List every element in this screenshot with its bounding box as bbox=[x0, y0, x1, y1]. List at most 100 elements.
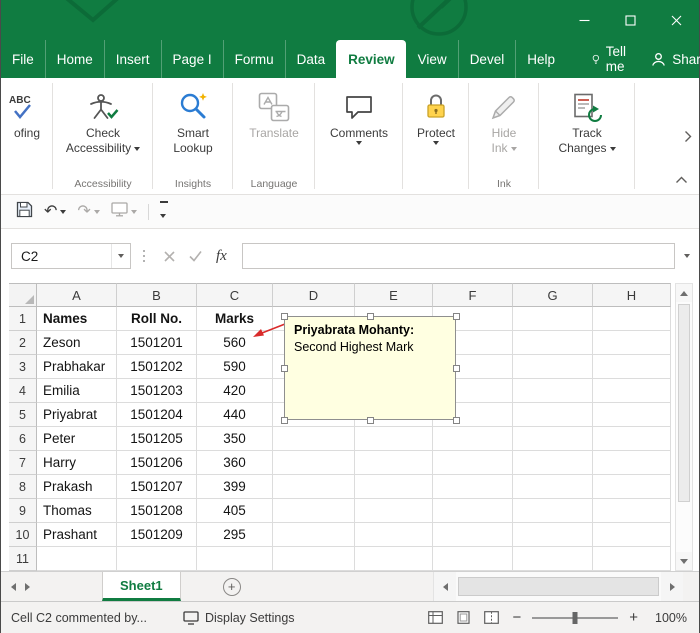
cell-E10[interactable] bbox=[355, 523, 433, 547]
tab-view[interactable]: View bbox=[406, 40, 458, 78]
cell-G8[interactable] bbox=[513, 475, 593, 499]
comment-handle-bottom-left[interactable] bbox=[281, 417, 288, 424]
tab-devel[interactable]: Devel bbox=[458, 40, 516, 78]
cell-A8[interactable]: Prakash bbox=[37, 475, 117, 499]
cell-G10[interactable] bbox=[513, 523, 593, 547]
customize-qat-button[interactable] bbox=[155, 197, 173, 227]
undo-button[interactable]: ↶ bbox=[39, 199, 71, 225]
cell-C8[interactable]: 399 bbox=[197, 475, 273, 499]
row-header-5[interactable]: 5 bbox=[9, 403, 37, 427]
cell-B11[interactable] bbox=[117, 547, 197, 571]
close-button[interactable] bbox=[653, 0, 699, 40]
normal-view-button[interactable] bbox=[426, 609, 445, 626]
vertical-scroll-track[interactable] bbox=[676, 504, 692, 552]
vertical-scroll-thumb[interactable] bbox=[678, 304, 690, 502]
tab-home[interactable]: Home bbox=[45, 40, 104, 78]
comment-handle-middle-right[interactable] bbox=[453, 365, 460, 372]
check-accessibility-button[interactable]: CheckAccessibility bbox=[66, 86, 140, 156]
cell-D11[interactable] bbox=[273, 547, 355, 571]
cell-B3[interactable]: 1501202 bbox=[117, 355, 197, 379]
redo-button[interactable]: ↷ bbox=[72, 199, 104, 225]
cell-B5[interactable]: 1501204 bbox=[117, 403, 197, 427]
cell-H10[interactable] bbox=[593, 523, 671, 547]
comment-handle-top-right[interactable] bbox=[453, 313, 460, 320]
zoom-slider[interactable] bbox=[532, 617, 618, 619]
column-header-F[interactable]: F bbox=[433, 283, 513, 307]
cell-F11[interactable] bbox=[433, 547, 513, 571]
cell-D8[interactable] bbox=[273, 475, 355, 499]
cell-B10[interactable]: 1501209 bbox=[117, 523, 197, 547]
smart-lookup-button[interactable]: SmartLookup bbox=[173, 86, 212, 156]
row-header-3[interactable]: 3 bbox=[9, 355, 37, 379]
cell-C9[interactable]: 405 bbox=[197, 499, 273, 523]
cell-C7[interactable]: 360 bbox=[197, 451, 273, 475]
cell-G4[interactable] bbox=[513, 379, 593, 403]
cell-C10[interactable]: 295 bbox=[197, 523, 273, 547]
cell-F7[interactable] bbox=[433, 451, 513, 475]
cell-A9[interactable]: Thomas bbox=[37, 499, 117, 523]
comments-button[interactable]: Comments bbox=[330, 86, 388, 145]
cell-H4[interactable] bbox=[593, 379, 671, 403]
display-settings-button[interactable]: Display Settings bbox=[183, 611, 295, 625]
scroll-up-button[interactable] bbox=[676, 284, 692, 302]
row-header-6[interactable]: 6 bbox=[9, 427, 37, 451]
cell-A3[interactable]: Prabhakar bbox=[37, 355, 117, 379]
row-header-10[interactable]: 10 bbox=[9, 523, 37, 547]
tab-review[interactable]: Review bbox=[336, 40, 406, 78]
minimize-button[interactable] bbox=[561, 0, 607, 40]
formula-input[interactable] bbox=[242, 243, 675, 269]
protect-button[interactable]: Protect bbox=[417, 86, 455, 145]
next-sheet-icon[interactable] bbox=[25, 583, 30, 591]
previous-sheet-icon[interactable] bbox=[11, 583, 16, 591]
comment-handle-top-left[interactable] bbox=[281, 313, 288, 320]
row-header-11[interactable]: 11 bbox=[9, 547, 37, 571]
cell-F8[interactable] bbox=[433, 475, 513, 499]
cell-A10[interactable]: Prashant bbox=[37, 523, 117, 547]
cell-F9[interactable] bbox=[433, 499, 513, 523]
cell-E7[interactable] bbox=[355, 451, 433, 475]
cell-H11[interactable] bbox=[593, 547, 671, 571]
new-sheet-button[interactable]: + bbox=[223, 578, 241, 596]
cell-G1[interactable] bbox=[513, 307, 593, 331]
cell-H9[interactable] bbox=[593, 499, 671, 523]
vertical-scrollbar[interactable] bbox=[675, 283, 693, 571]
touch-mode-button[interactable] bbox=[106, 198, 142, 226]
row-header-8[interactable]: 8 bbox=[9, 475, 37, 499]
cell-F6[interactable] bbox=[433, 427, 513, 451]
cell-E6[interactable] bbox=[355, 427, 433, 451]
share-button[interactable]: Share bbox=[641, 40, 700, 78]
horizontal-scroll-thumb[interactable] bbox=[458, 577, 659, 596]
tab-help[interactable]: Help bbox=[515, 40, 566, 78]
cell-C4[interactable]: 420 bbox=[197, 379, 273, 403]
track-changes-button[interactable]: TrackChanges bbox=[558, 86, 615, 156]
cell-A1[interactable]: Names bbox=[37, 307, 117, 331]
column-header-E[interactable]: E bbox=[355, 283, 433, 307]
cell-H2[interactable] bbox=[593, 331, 671, 355]
cell-A7[interactable]: Harry bbox=[37, 451, 117, 475]
column-header-H[interactable]: H bbox=[593, 283, 671, 307]
collapse-ribbon-button[interactable] bbox=[672, 168, 691, 192]
cell-B7[interactable]: 1501206 bbox=[117, 451, 197, 475]
column-header-B[interactable]: B bbox=[117, 283, 197, 307]
cell-A5[interactable]: Priyabrat bbox=[37, 403, 117, 427]
cell-E9[interactable] bbox=[355, 499, 433, 523]
cell-D9[interactable] bbox=[273, 499, 355, 523]
maximize-button[interactable] bbox=[607, 0, 653, 40]
scroll-right-button[interactable] bbox=[661, 572, 683, 601]
cell-E11[interactable] bbox=[355, 547, 433, 571]
cell-H6[interactable] bbox=[593, 427, 671, 451]
comment-handle-bottom-middle[interactable] bbox=[367, 417, 374, 424]
cell-G2[interactable] bbox=[513, 331, 593, 355]
column-header-G[interactable]: G bbox=[513, 283, 593, 307]
comment-box[interactable]: Priyabrata Mohanty: Second Highest Mark bbox=[284, 316, 456, 420]
cell-C1[interactable]: Marks bbox=[197, 307, 273, 331]
zoom-in-button[interactable]: + bbox=[627, 609, 640, 626]
tab-data[interactable]: Data bbox=[285, 40, 337, 78]
cell-H3[interactable] bbox=[593, 355, 671, 379]
sheet-tab-sheet1[interactable]: Sheet1 bbox=[102, 572, 181, 601]
tab-page-i[interactable]: Page I bbox=[161, 40, 223, 78]
row-header-9[interactable]: 9 bbox=[9, 499, 37, 523]
row-header-4[interactable]: 4 bbox=[9, 379, 37, 403]
cell-G3[interactable] bbox=[513, 355, 593, 379]
cell-A11[interactable] bbox=[37, 547, 117, 571]
